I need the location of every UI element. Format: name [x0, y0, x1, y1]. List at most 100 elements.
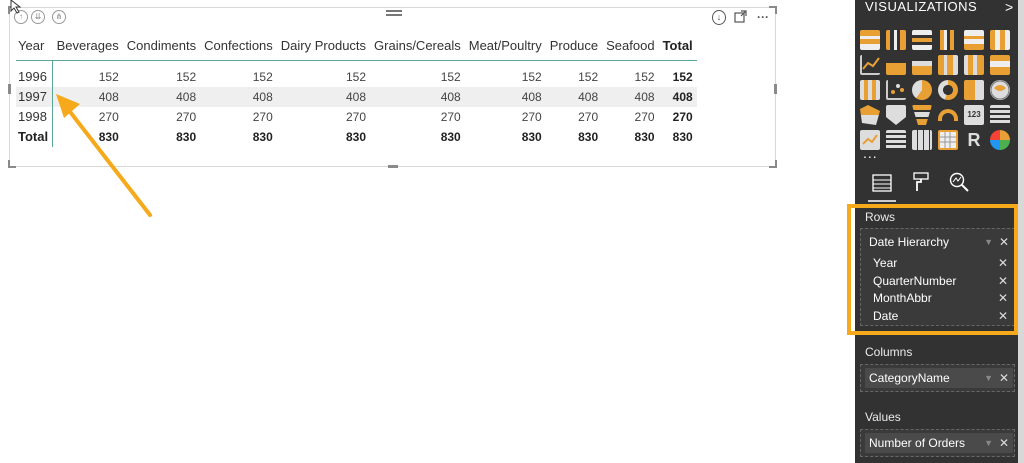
more-visuals-icon[interactable]: ...	[863, 145, 878, 161]
focus-mode-icon[interactable]	[733, 10, 747, 25]
shape-map-icon[interactable]	[886, 105, 906, 125]
table-row[interactable]: 1996 152 152 152 152 152 152 152 152 152	[16, 66, 697, 87]
resize-handle-left[interactable]	[8, 84, 11, 94]
stacked-column-chart-icon[interactable]	[886, 30, 906, 50]
column-header[interactable]: Confections	[200, 34, 277, 61]
cell: 408	[545, 86, 603, 107]
pane-title: VISUALIZATIONS	[865, 0, 978, 14]
cell: 408	[200, 86, 277, 107]
resize-handle-bottom-right[interactable]	[769, 160, 777, 168]
r-script-visual-icon[interactable]: R	[964, 130, 984, 150]
multi-row-card-icon[interactable]	[990, 105, 1010, 125]
ribbon-chart-icon[interactable]	[990, 55, 1010, 75]
row-label[interactable]: 1996	[16, 66, 54, 87]
collapse-pane-icon[interactable]: >	[1005, 0, 1013, 15]
pane-tabs	[855, 168, 1018, 204]
row-label[interactable]: 1997	[16, 86, 54, 107]
cell: 152	[578, 69, 599, 84]
columns-field-name: CategoryName	[869, 371, 950, 385]
chevron-down-icon[interactable]: ▼	[984, 368, 993, 388]
arcgis-map-icon[interactable]	[990, 130, 1010, 150]
drill-mode-icon[interactable]: ↓	[712, 10, 726, 25]
more-options-icon[interactable]: ···	[754, 10, 772, 25]
column-header[interactable]: Meat/Poultry	[464, 34, 546, 61]
cell: 152	[98, 69, 119, 84]
column-header[interactable]: Seafood	[602, 34, 659, 61]
scatter-chart-icon[interactable]	[886, 80, 906, 100]
area-chart-icon[interactable]	[886, 55, 906, 75]
remove-field-icon[interactable]: ✕	[999, 368, 1009, 388]
row-label[interactable]: 1998	[16, 106, 54, 127]
column-header-total[interactable]: Total	[658, 34, 697, 61]
fields-tab-icon[interactable]	[868, 172, 896, 200]
values-section-label: Values	[865, 410, 901, 424]
cell: 408	[602, 86, 659, 107]
slicer-icon[interactable]	[886, 130, 906, 150]
analytics-tab-icon[interactable]	[945, 172, 973, 200]
row-header-year[interactable]: Year	[16, 34, 53, 61]
mouse-cursor-icon	[10, 0, 22, 14]
cell: 152	[521, 69, 542, 84]
stacked-area-chart-icon[interactable]	[912, 55, 932, 75]
columns-section-label: Columns	[865, 345, 913, 359]
cell: 152	[634, 69, 655, 84]
expand-hierarchy-icon[interactable]: ⋔	[52, 10, 66, 24]
filled-map-icon[interactable]	[860, 105, 880, 125]
columns-well[interactable]: CategoryName ▼ ✕	[860, 364, 1015, 392]
line-chart-icon[interactable]	[860, 55, 880, 75]
cell: 152	[346, 69, 367, 84]
pane-scrollbar[interactable]	[1018, 0, 1024, 463]
values-field-name: Number of Orders	[869, 436, 966, 450]
stacked-bar-chart-icon[interactable]	[860, 30, 880, 50]
resize-handle-bottom-left[interactable]	[8, 160, 16, 168]
waterfall-chart-icon[interactable]	[860, 80, 880, 100]
report-canvas: ↑ ⇊ ⋔ ↓ ··· Year Beverages Condiments Co…	[0, 0, 829, 463]
cell: 270	[634, 109, 655, 124]
cell-total: 408	[658, 86, 697, 107]
column-header[interactable]: Produce	[545, 34, 603, 61]
line-and-stacked-column-chart-icon[interactable]	[964, 55, 984, 75]
card-icon[interactable]: 123	[964, 105, 984, 125]
clustered-column-chart-icon[interactable]	[938, 30, 958, 50]
100-stacked-bar-chart-icon[interactable]	[964, 30, 984, 50]
cell: 270	[440, 109, 461, 124]
column-header[interactable]: Grains/Cereals	[370, 34, 465, 61]
column-header[interactable]: Dairy Products	[276, 34, 371, 61]
columns-field-pill[interactable]: CategoryName ▼ ✕	[865, 368, 1013, 388]
active-tab-indicator	[868, 200, 896, 202]
matrix-visual-icon[interactable]	[938, 130, 958, 150]
funnel-chart-icon[interactable]	[912, 105, 932, 125]
donut-chart-icon[interactable]	[938, 80, 958, 100]
cell: 270	[578, 109, 599, 124]
cell: 408	[276, 86, 371, 107]
values-well[interactable]: Number of Orders ▼ ✕	[860, 429, 1015, 457]
cell: 152	[176, 69, 197, 84]
format-tab-icon[interactable]	[907, 172, 935, 200]
treemap-icon[interactable]	[964, 80, 984, 100]
remove-field-icon[interactable]: ✕	[999, 433, 1009, 453]
map-icon[interactable]	[990, 80, 1010, 100]
cell: 408	[370, 86, 465, 107]
annotation-arrow-icon	[56, 94, 152, 217]
column-header[interactable]: Condiments	[122, 34, 201, 61]
100-stacked-column-chart-icon[interactable]	[990, 30, 1010, 50]
cell: 830	[252, 129, 273, 144]
line-and-column-chart-icon[interactable]	[938, 55, 958, 75]
cell: 830	[521, 129, 542, 144]
pie-chart-icon[interactable]	[912, 80, 932, 100]
resize-handle-right[interactable]	[774, 84, 777, 94]
drill-down-all-icon[interactable]: ⇊	[31, 10, 45, 24]
resize-handle-bottom[interactable]	[388, 165, 398, 168]
chevron-down-icon[interactable]: ▼	[984, 433, 993, 453]
column-header[interactable]: Beverages	[52, 34, 123, 61]
cell: 152	[440, 69, 461, 84]
clustered-bar-chart-icon[interactable]	[912, 30, 932, 50]
cell: 152	[252, 69, 273, 84]
cell: 830	[578, 129, 599, 144]
cell-total: 270	[672, 109, 693, 124]
cell: 408	[464, 86, 546, 107]
values-field-pill[interactable]: Number of Orders ▼ ✕	[865, 433, 1013, 453]
gauge-chart-icon[interactable]	[938, 109, 958, 121]
drag-grip-icon[interactable]	[386, 8, 402, 18]
table-visual-icon[interactable]	[912, 130, 932, 150]
